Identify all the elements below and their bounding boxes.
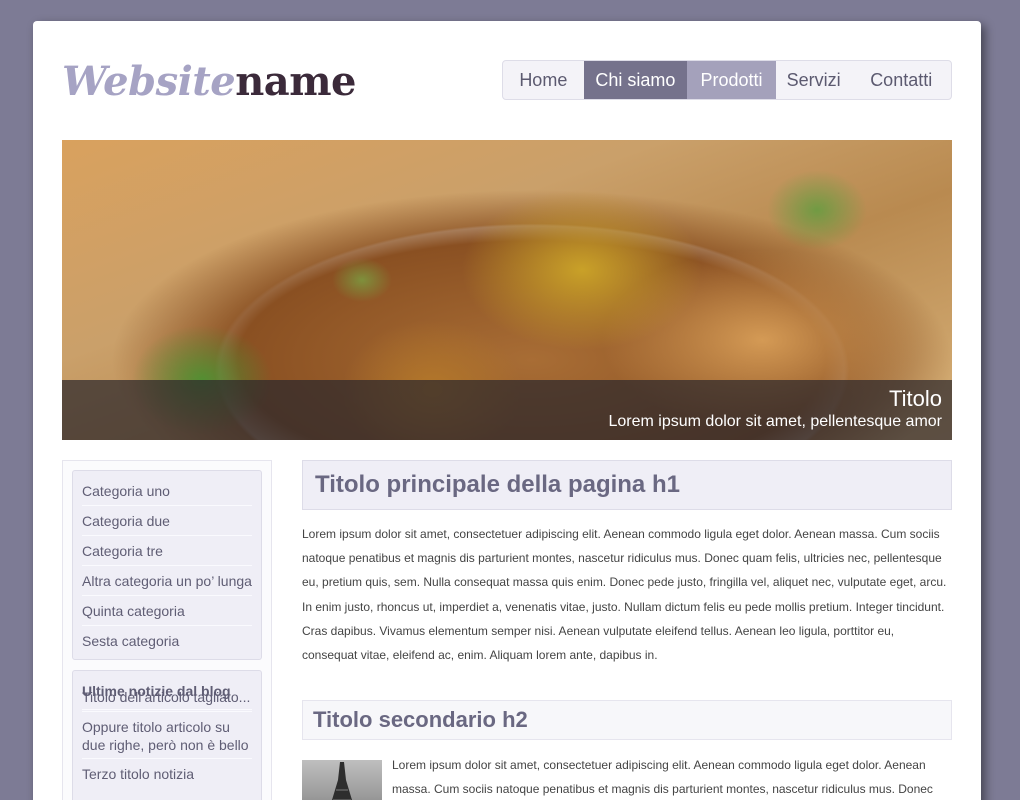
hero-caption: Titolo Lorem ipsum dolor sit amet, pelle… (62, 380, 952, 440)
main-paragraph: Lorem ipsum dolor sit amet, consectetuer… (302, 527, 947, 663)
logo-part-name: name (235, 58, 356, 105)
blog-post-link[interactable]: Terzo titolo notizia (82, 759, 252, 789)
tower-graphic (332, 762, 352, 800)
category-item[interactable]: Categoria due (82, 506, 252, 536)
section-title-box: Titolo secondario h2 (302, 700, 952, 740)
nav-item-servizi[interactable]: Servizi (776, 61, 852, 99)
nav-item-chi-siamo[interactable]: Chi siamo (583, 61, 688, 99)
nav-item-prodotti[interactable]: Prodotti (687, 61, 776, 99)
page-title: Titolo principale della pagina h1 (315, 471, 680, 498)
category-item[interactable]: Categoria uno (82, 476, 252, 506)
blog-post-link[interactable]: Titolo dell’articolo tagliato... (82, 682, 252, 712)
sidebar: Categoria uno Categoria due Categoria tr… (62, 460, 272, 800)
site-logo[interactable]: Websitename (62, 59, 356, 105)
hero-title: Titolo (889, 386, 942, 411)
category-item[interactable]: Categoria tre (82, 536, 252, 566)
nav-item-home[interactable]: Home (503, 61, 584, 99)
page-title-box: Titolo principale della pagina h1 (302, 460, 952, 510)
secondary-paragraph: Lorem ipsum dolor sit amet, consectetuer… (392, 758, 933, 796)
logo-part-website: Website (62, 58, 236, 105)
category-item[interactable]: Altra categoria un po’ lunga (82, 566, 252, 596)
nav-item-contatti[interactable]: Contatti (851, 61, 951, 99)
hero-banner-image[interactable]: Titolo Lorem ipsum dolor sit amet, pelle… (62, 140, 952, 440)
category-menu: Categoria uno Categoria due Categoria tr… (72, 470, 262, 660)
category-item[interactable]: Sesta categoria (82, 626, 252, 656)
eiffel-tower-thumbnail[interactable] (302, 760, 382, 800)
blog-news-box: Ultime notizie dal blog Titolo dell’arti… (72, 670, 262, 800)
main-nav: Home Chi siamo Prodotti Servizi Contatti (502, 60, 952, 100)
hero-subtitle: Lorem ipsum dolor sit amet, pellentesque… (608, 413, 943, 430)
section-title: Titolo secondario h2 (313, 707, 528, 732)
blog-post-link[interactable]: Oppure titolo articolo su due righe, per… (82, 712, 252, 759)
category-item[interactable]: Quinta categoria (82, 596, 252, 626)
page-container: Websitename Home Chi siamo Prodotti Serv… (33, 21, 981, 800)
